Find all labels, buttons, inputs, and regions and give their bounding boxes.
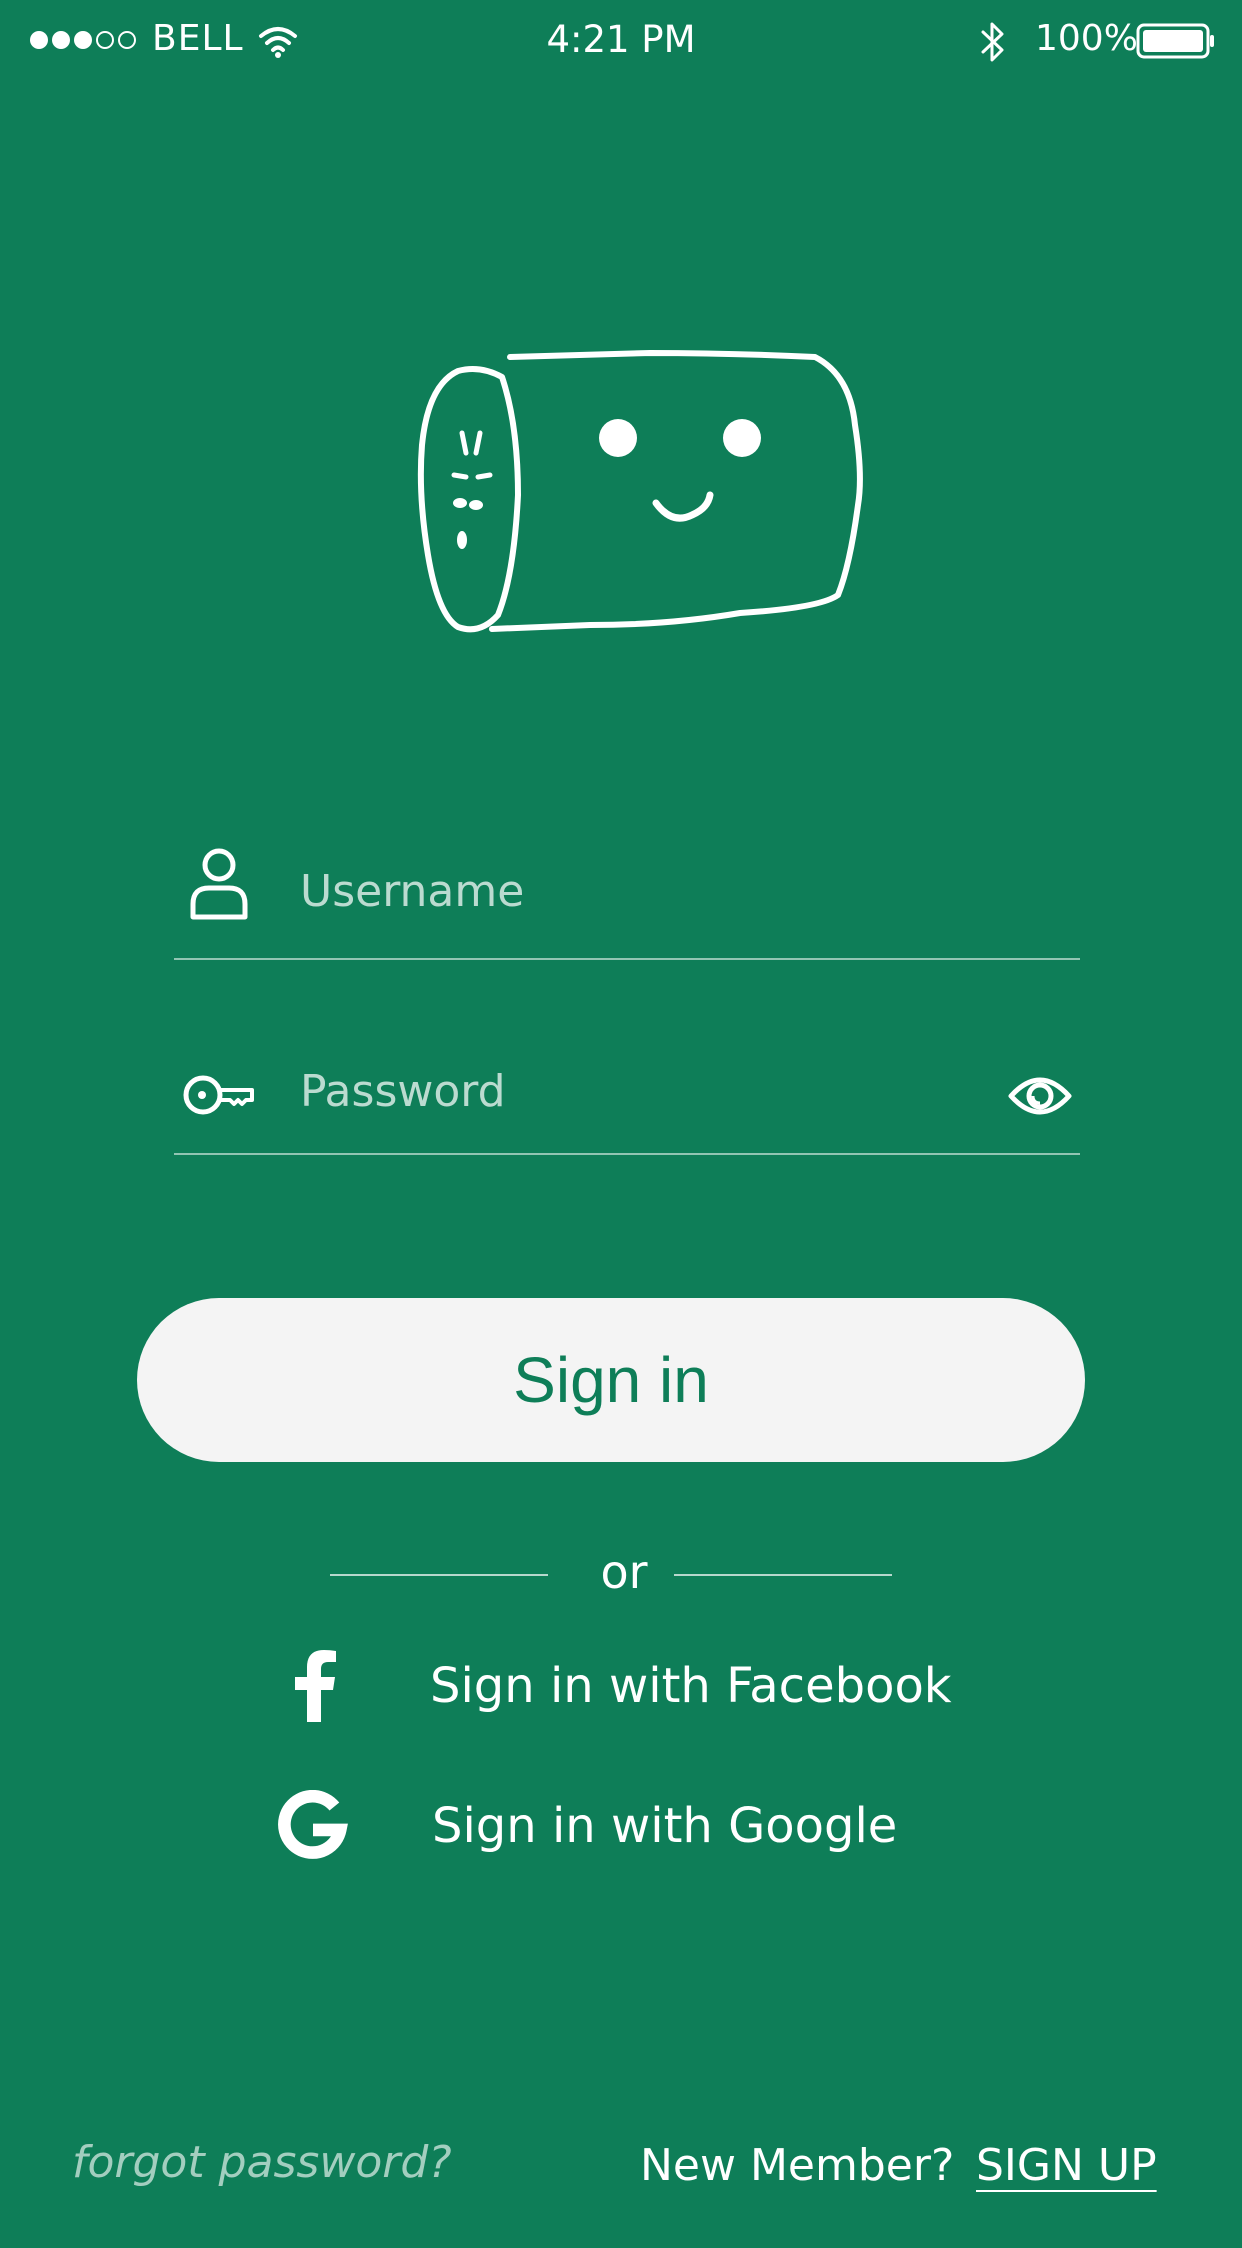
facebook-icon <box>295 1650 336 1722</box>
key-icon <box>183 1075 254 1115</box>
cucumber-mascot-logo <box>417 350 863 633</box>
google-sign-in-button[interactable]: Sign in with Google <box>278 1790 897 1862</box>
username-input[interactable]: Username <box>300 866 524 917</box>
battery-icon <box>1136 23 1214 59</box>
password-input[interactable]: Password <box>300 1066 506 1117</box>
sign-up-link[interactable]: SIGN UP <box>976 2140 1157 2191</box>
google-sign-in-label: Sign in with Google <box>432 1798 898 1854</box>
eye-icon[interactable] <box>1007 1070 1073 1122</box>
user-icon <box>190 848 248 920</box>
facebook-icon-wrap <box>280 1650 350 1722</box>
divider-right <box>674 1574 892 1576</box>
password-underline <box>174 1153 1080 1155</box>
forgot-password-link[interactable]: forgot password? <box>72 2137 452 2188</box>
username-underline <box>174 958 1080 960</box>
google-icon-wrap <box>278 1790 348 1862</box>
facebook-sign-in-button[interactable]: Sign in with Facebook <box>280 1650 952 1722</box>
status-bar: BELL 4:21 PM 100% <box>0 0 1242 86</box>
google-icon <box>278 1790 348 1859</box>
battery-percentage: 100% <box>1035 18 1138 59</box>
facebook-sign-in-label: Sign in with Facebook <box>430 1658 952 1714</box>
bluetooth-icon <box>981 22 1004 62</box>
or-divider-label: or <box>600 1545 648 1599</box>
sign-in-button[interactable]: Sign in <box>137 1298 1085 1462</box>
new-member-label: New Member? <box>640 2140 955 2191</box>
